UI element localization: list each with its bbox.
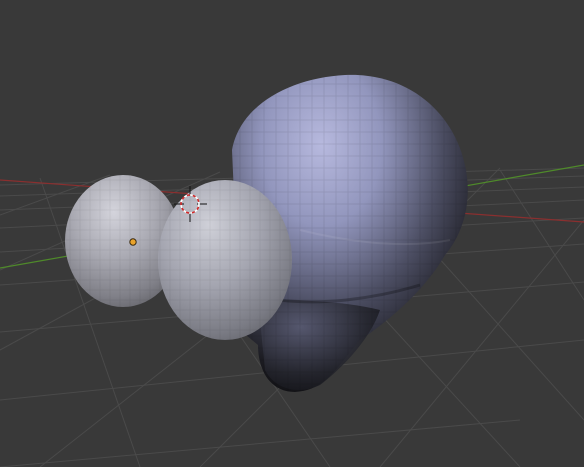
3d-viewport[interactable] [0,0,584,467]
object-origin-icon [129,238,137,246]
viewport-canvas[interactable] [0,0,584,467]
